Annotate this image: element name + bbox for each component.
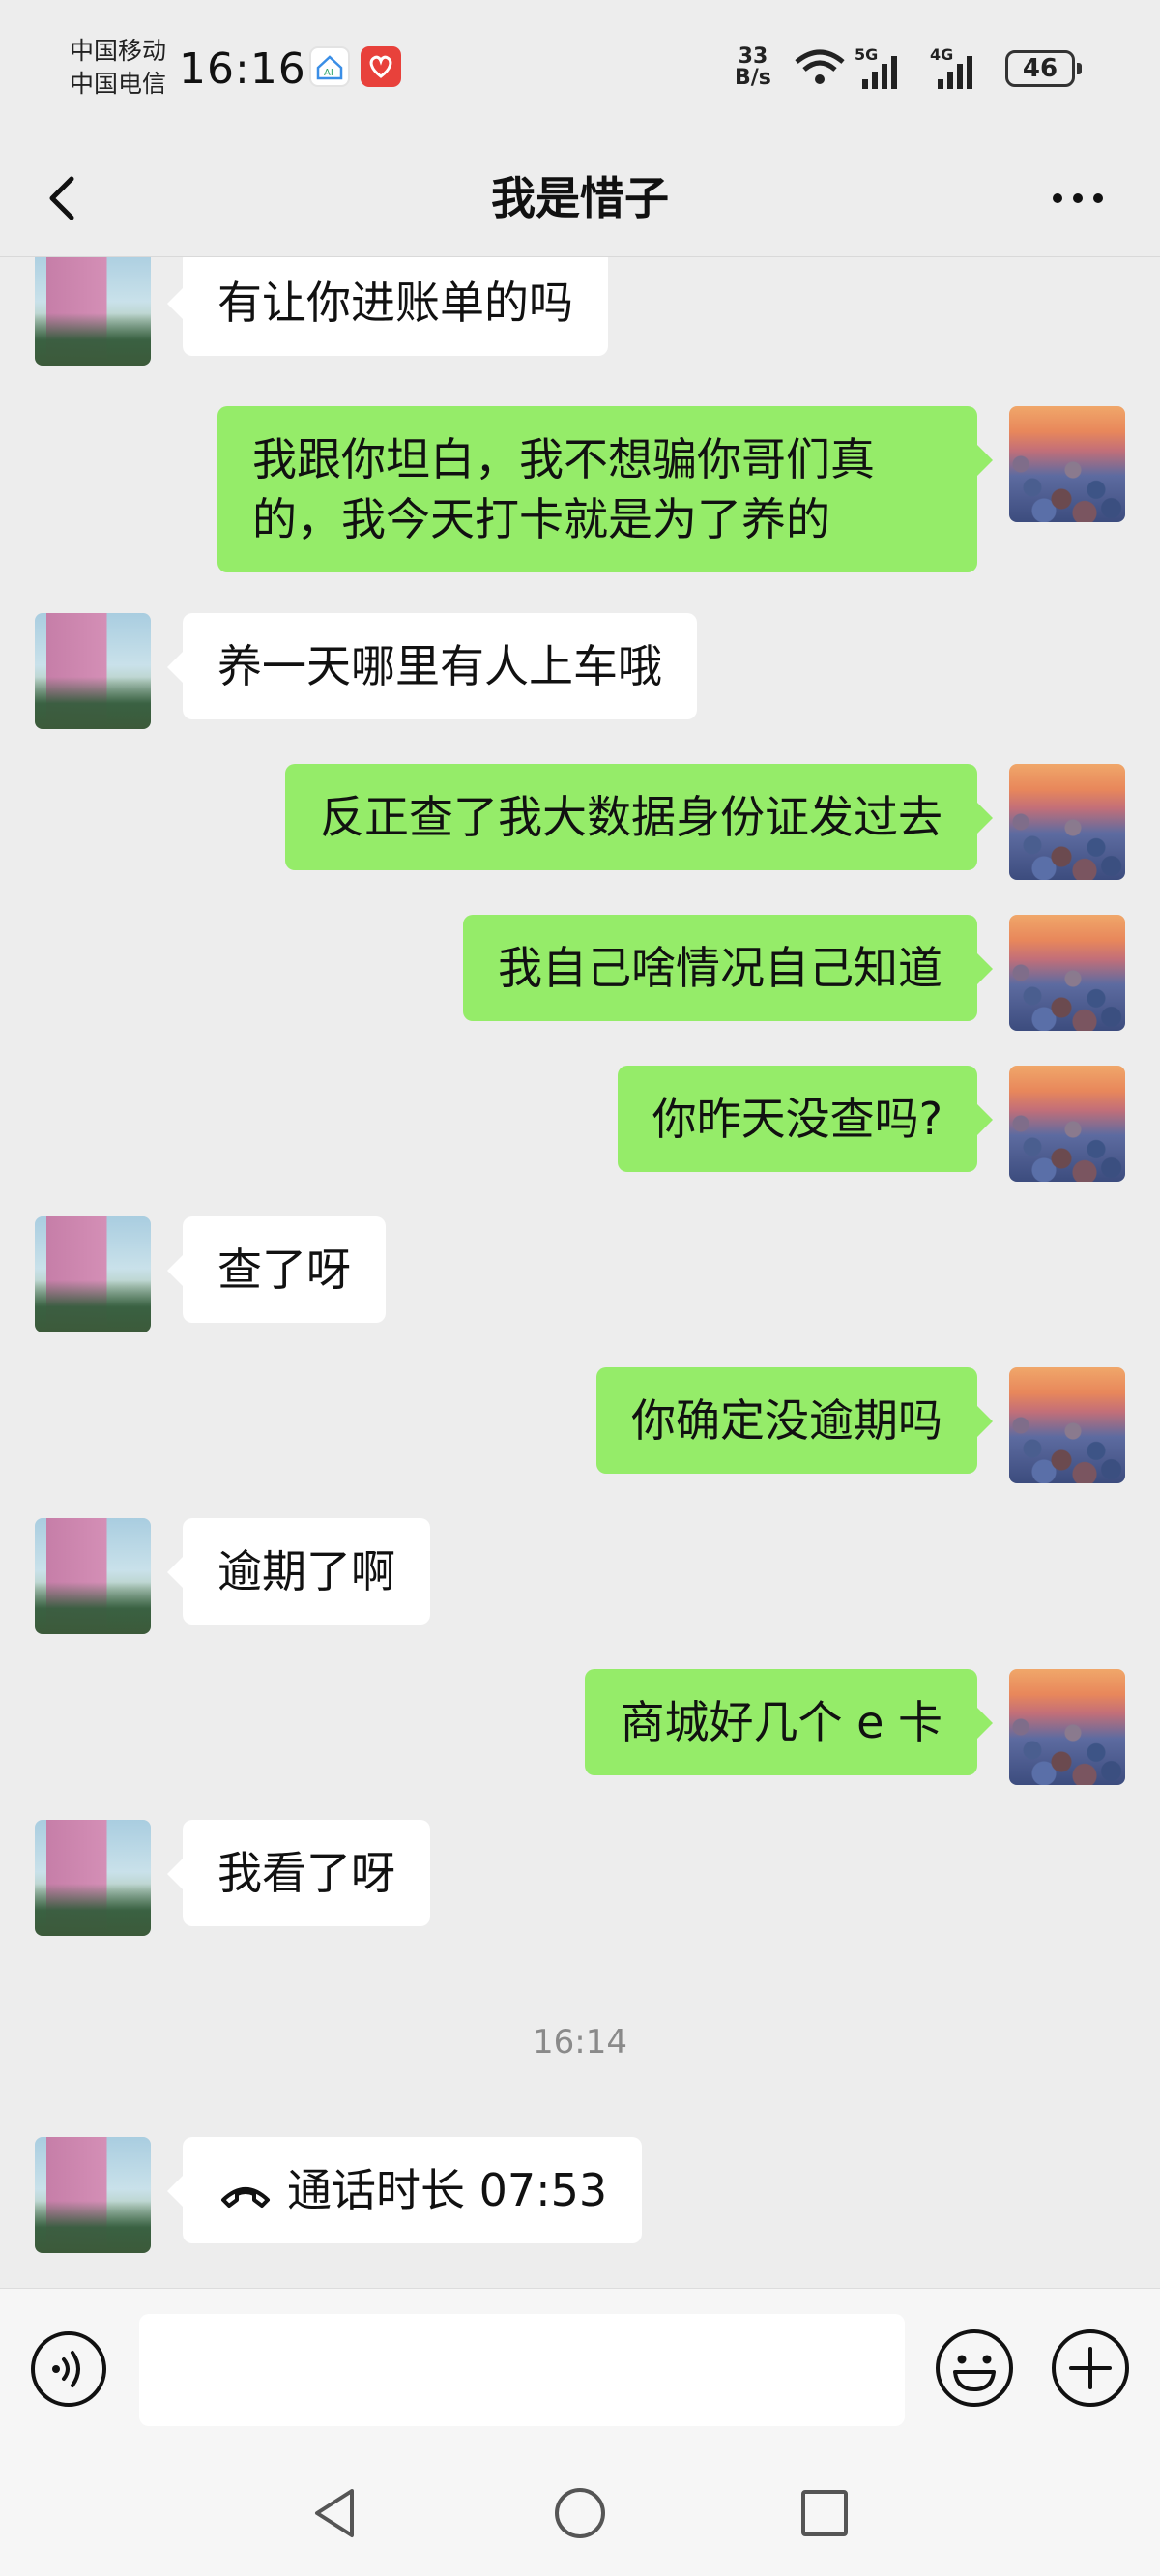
- message-bubble[interactable]: 养一天哪里有人上车哦: [167, 613, 697, 719]
- smart-home-app-icon: AI: [309, 46, 350, 87]
- self-avatar[interactable]: [1009, 764, 1125, 880]
- system-nav-bar: [0, 2450, 1160, 2576]
- signal-icons: 5G 4G: [795, 45, 972, 89]
- more-options-icon[interactable]: [1044, 169, 1112, 227]
- call-duration-text: 通话时长 07:53: [287, 2164, 608, 2216]
- message-bubble[interactable]: 有让你进账单的吗: [167, 257, 608, 356]
- self-avatar[interactable]: [1009, 1367, 1125, 1483]
- nav-back-icon[interactable]: [302, 2479, 369, 2547]
- carrier-2: 中国电信: [70, 70, 167, 98]
- message-bubble[interactable]: 我看了呀: [167, 1820, 430, 1926]
- self-avatar[interactable]: [1009, 406, 1125, 522]
- message-bubble[interactable]: 商城好几个 e 卡: [585, 1669, 993, 1775]
- plus-icon[interactable]: [1050, 2327, 1131, 2409]
- contact-avatar[interactable]: [35, 2137, 151, 2253]
- contact-avatar[interactable]: [35, 1518, 151, 1634]
- self-avatar[interactable]: [1009, 915, 1125, 1031]
- status-bar: 中国移动 中国电信 16:16 AI 33 B/s 5G 4G 46: [0, 0, 1160, 140]
- self-avatar[interactable]: [1009, 1669, 1125, 1785]
- status-time: 16:16: [179, 44, 306, 94]
- carrier-1: 中国移动: [70, 37, 167, 65]
- net-speed-value: 33: [738, 44, 768, 69]
- net-speed-unit: B/s: [735, 66, 771, 90]
- contact-avatar[interactable]: [35, 1216, 151, 1332]
- voice-icon[interactable]: [29, 2329, 108, 2409]
- contact-avatar[interactable]: [35, 613, 151, 729]
- carrier-info: 中国移动 中国电信: [70, 35, 166, 101]
- message-timestamp: 16:14: [533, 2023, 627, 2062]
- message-bubble[interactable]: 你昨天没查吗?: [617, 1066, 994, 1172]
- nav-home-icon[interactable]: [546, 2479, 614, 2547]
- self-avatar[interactable]: [1009, 1066, 1125, 1182]
- message-list[interactable]: 有让你进账单的吗 我跟你坦白，我不想骗你哥们真的，我今天打卡就是为了养的 养一天…: [0, 257, 1160, 2288]
- svg-text:AI: AI: [324, 68, 334, 78]
- message-bubble[interactable]: 你确定没逾期吗: [596, 1367, 993, 1474]
- svg-text:4G: 4G: [930, 45, 953, 64]
- nav-recents-icon[interactable]: [791, 2479, 858, 2547]
- message-bubble[interactable]: 查了呀: [167, 1216, 386, 1323]
- message-bubble[interactable]: 我跟你坦白，我不想骗你哥们真的，我今天打卡就是为了养的: [218, 406, 993, 572]
- message-bubble[interactable]: 我自己啥情况自己知道: [463, 915, 993, 1021]
- red-app-icon: [361, 46, 401, 87]
- back-arrow-icon[interactable]: [35, 169, 93, 227]
- input-bar: [0, 2288, 1160, 2451]
- signal-4g-icon: 4G: [930, 45, 972, 89]
- svg-text:5G: 5G: [855, 45, 878, 64]
- chat-header: 我是惜子: [0, 140, 1160, 257]
- emoji-icon[interactable]: [934, 2327, 1015, 2409]
- battery-indicator: 46: [1005, 50, 1082, 87]
- chat-title: 我是惜子: [491, 172, 669, 224]
- message-bubble[interactable]: 逾期了啊: [167, 1518, 430, 1625]
- phone-hangup-icon: [221, 2186, 270, 2208]
- wifi-icon: [795, 49, 845, 84]
- call-record-bubble[interactable]: 通话时长 07:53: [166, 2137, 643, 2243]
- contact-avatar[interactable]: [35, 257, 151, 366]
- message-bubble[interactable]: 反正查了我大数据身份证发过去: [285, 764, 993, 870]
- net-speed: 33 B/s: [735, 46, 771, 89]
- contact-avatar[interactable]: [35, 1820, 151, 1936]
- signal-5g-icon: 5G: [855, 45, 897, 89]
- message-input[interactable]: [139, 2314, 905, 2426]
